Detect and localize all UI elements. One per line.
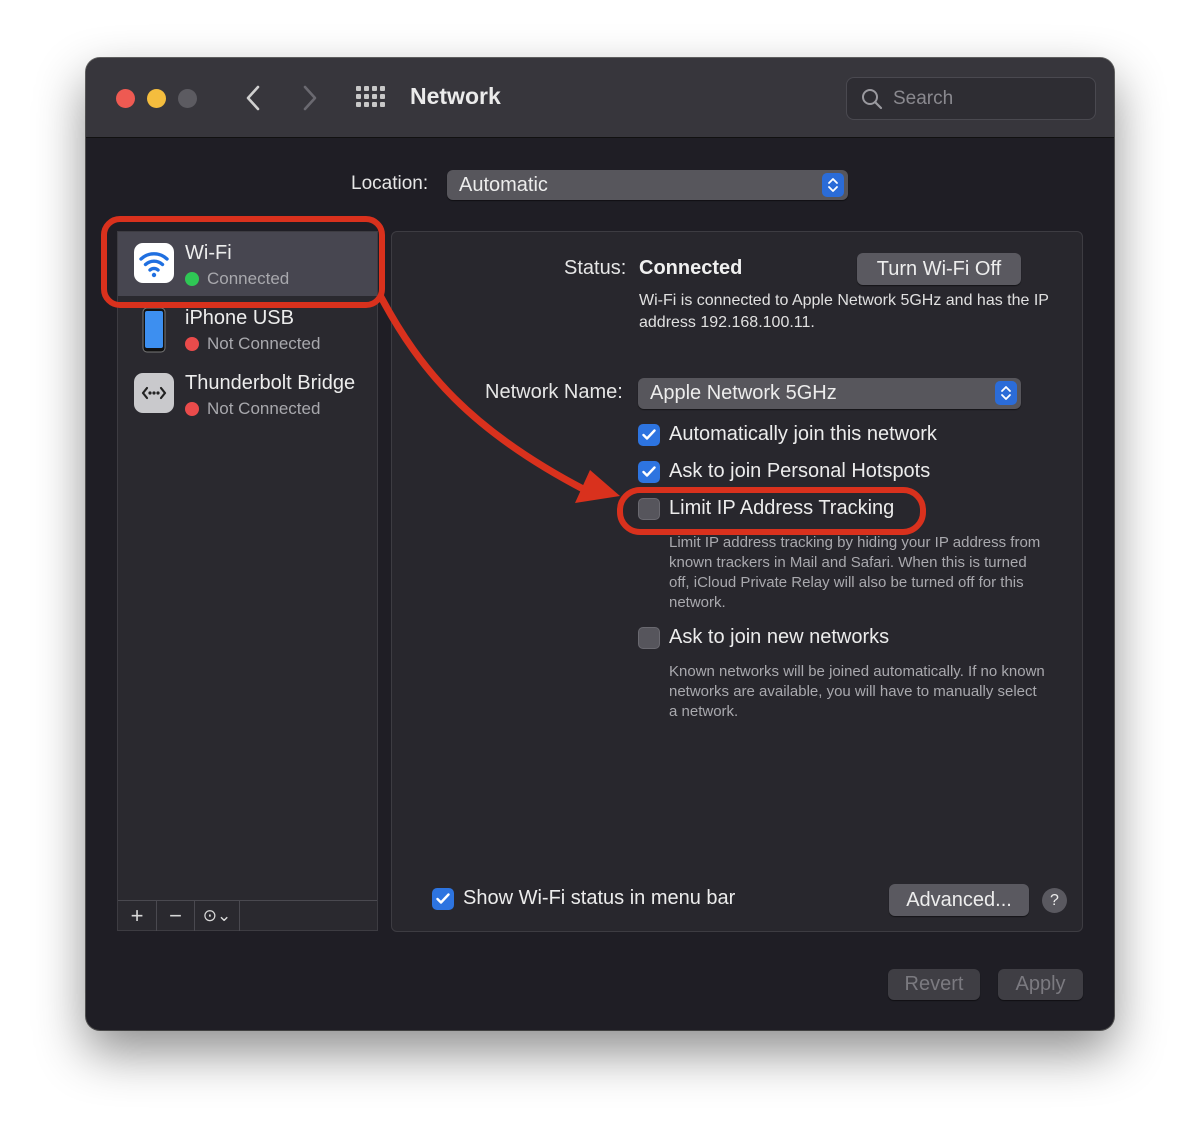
- auto-join-checkbox[interactable]: [638, 423, 660, 446]
- window-title: Network: [410, 83, 501, 109]
- auto-join-checkbox-row[interactable]: Automatically join this network: [638, 423, 937, 446]
- service-status: Not Connected: [185, 334, 320, 354]
- action-menu-button[interactable]: ⊙⌄: [195, 901, 240, 931]
- limit-ip-tracking-help: Limit IP address tracking by hiding your…: [669, 534, 1041, 611]
- show-all-grid-icon[interactable]: [356, 86, 386, 110]
- back-button[interactable]: [236, 80, 270, 116]
- checkmark-icon: [642, 428, 656, 440]
- service-item-iphone-usb[interactable]: iPhone USB Not Connected: [118, 297, 377, 361]
- network-name-popup[interactable]: Apple Network 5GHz: [638, 378, 1021, 409]
- chevron-right-icon: [303, 85, 317, 111]
- updown-chevron-icon: [995, 381, 1017, 405]
- location-popup[interactable]: Automatic: [447, 170, 848, 200]
- advanced-button[interactable]: Advanced...: [889, 884, 1029, 916]
- status-description: Wi-Fi is connected to Apple Network 5GHz…: [639, 292, 1049, 331]
- thunderbolt-bridge-icon: [134, 372, 174, 414]
- wifi-detail-panel: Status: Connected Turn Wi-Fi Off Wi-Fi i…: [391, 231, 1083, 932]
- search-icon: [862, 88, 883, 109]
- ask-join-new-networks-checkbox-row[interactable]: Ask to join new networks: [638, 626, 889, 649]
- checkmark-icon: [642, 465, 656, 477]
- checkmark-icon: [436, 892, 450, 904]
- remove-service-button[interactable]: −: [157, 901, 195, 931]
- status-dot: [185, 337, 199, 351]
- forward-button[interactable]: [293, 80, 327, 116]
- updown-chevron-icon: [822, 173, 844, 197]
- show-wifi-status-label: Show Wi-Fi status in menu bar: [463, 887, 736, 909]
- service-name: iPhone USB: [185, 307, 294, 329]
- show-wifi-status-checkbox-row[interactable]: Show Wi-Fi status in menu bar: [432, 887, 735, 910]
- revert-button[interactable]: Revert: [888, 969, 980, 1000]
- network-name-value: Apple Network 5GHz: [650, 382, 837, 404]
- close-window-button[interactable]: [116, 89, 135, 108]
- status-dot: [185, 272, 199, 286]
- network-preferences-window: Network Location: Automatic Wi-Fi: [86, 58, 1114, 1030]
- service-status-text: Not Connected: [207, 399, 321, 418]
- personal-hotspots-checkbox[interactable]: [638, 460, 660, 483]
- wifi-icon: [134, 242, 174, 284]
- turn-wifi-off-button[interactable]: Turn Wi-Fi Off: [857, 253, 1021, 285]
- service-status: Connected: [185, 269, 289, 289]
- personal-hotspots-label: Ask to join Personal Hotspots: [669, 460, 931, 482]
- chevron-left-icon: [246, 85, 260, 111]
- show-wifi-status-checkbox[interactable]: [432, 887, 454, 910]
- add-service-button[interactable]: +: [118, 901, 157, 931]
- service-list: Wi-Fi Connected iPhone USB Not Connected: [117, 231, 378, 931]
- network-name-label: Network Name:: [485, 381, 623, 403]
- minimize-window-button[interactable]: [147, 89, 166, 108]
- iphone-icon: [134, 307, 174, 353]
- location-value: Automatic: [459, 173, 548, 196]
- search-field[interactable]: [846, 77, 1096, 120]
- service-status-text: Connected: [207, 269, 290, 288]
- status-dot: [185, 402, 199, 416]
- service-status: Not Connected: [185, 399, 320, 419]
- zoom-window-button[interactable]: [178, 89, 197, 108]
- title-bar: Network: [86, 58, 1114, 138]
- limit-ip-tracking-checkbox-row[interactable]: Limit IP Address Tracking: [638, 497, 894, 520]
- service-list-toolbar: + − ⊙⌄: [118, 900, 377, 931]
- status-value: Connected: [639, 257, 743, 279]
- ask-join-new-networks-checkbox[interactable]: [638, 626, 660, 649]
- help-button[interactable]: ?: [1042, 888, 1067, 913]
- search-input[interactable]: [893, 87, 1073, 110]
- apply-button[interactable]: Apply: [998, 969, 1083, 1000]
- service-item-thunderbolt-bridge[interactable]: Thunderbolt Bridge Not Connected: [118, 362, 377, 426]
- service-name: Wi-Fi: [185, 242, 232, 264]
- ask-join-new-networks-label: Ask to join new networks: [669, 626, 890, 648]
- service-name: Thunderbolt Bridge: [185, 372, 356, 394]
- service-status-text: Not Connected: [207, 334, 321, 353]
- status-label: Status:: [564, 257, 627, 279]
- service-item-wifi[interactable]: Wi-Fi Connected: [118, 232, 377, 296]
- limit-ip-tracking-label: Limit IP Address Tracking: [669, 497, 895, 519]
- limit-ip-tracking-checkbox[interactable]: [638, 497, 660, 520]
- location-label: Location:: [351, 173, 429, 194]
- new-networks-help: Known networks will be joined automatica…: [669, 663, 1045, 720]
- auto-join-label: Automatically join this network: [669, 423, 937, 445]
- personal-hotspots-checkbox-row[interactable]: Ask to join Personal Hotspots: [638, 460, 930, 483]
